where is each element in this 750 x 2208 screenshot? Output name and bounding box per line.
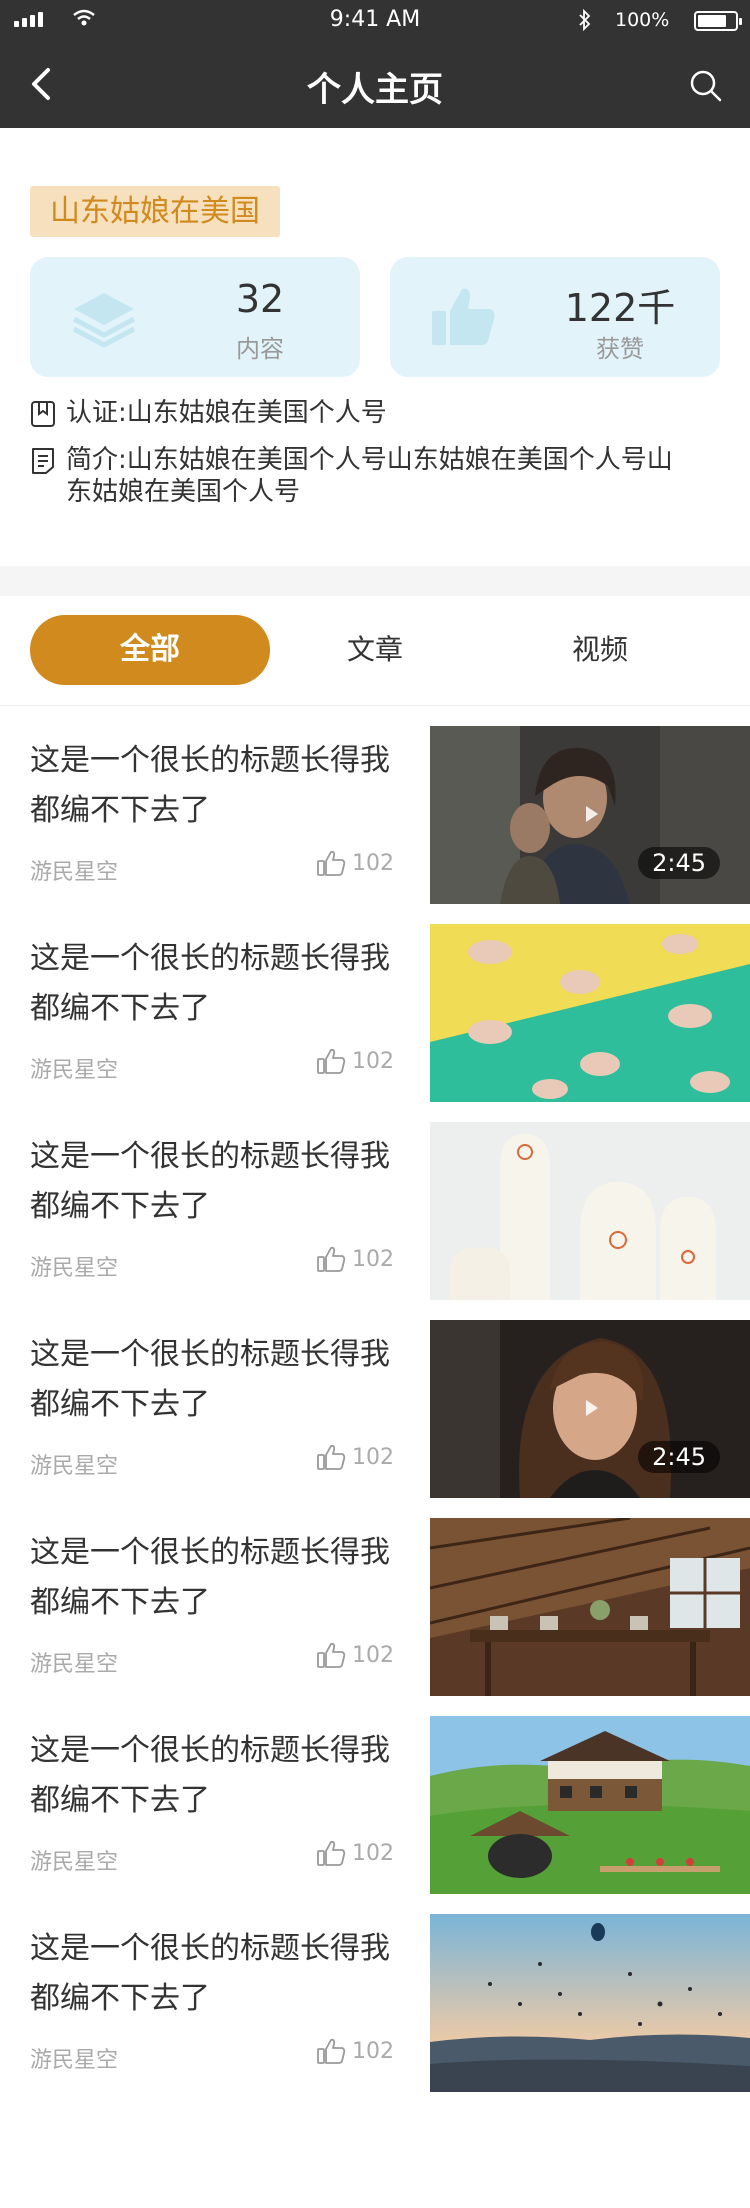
thumbs-up-icon	[317, 1642, 346, 1668]
item-likes[interactable]: 102	[316, 848, 394, 878]
top-bar: 9:41 AM 100% 个人主页	[0, 0, 750, 128]
item-title: 这是一个很长的标题长得我都编不下去了	[30, 1733, 390, 1818]
bluetooth-icon	[579, 9, 591, 31]
list-item[interactable]: 这是一个很长的标题长得我都编不下去了 游民星空 102	[0, 1122, 750, 1300]
item-author: 游民星空	[30, 1058, 119, 1083]
profile-name-tag: 山东姑娘在美国	[30, 186, 280, 237]
list-item[interactable]: 这是一个很长的标题长得我都编不下去了 游民星空 102	[0, 1914, 750, 2092]
video-duration: 2:45	[638, 1441, 720, 1473]
search-icon[interactable]	[688, 68, 724, 104]
item-thumbnail[interactable]	[430, 1716, 750, 1894]
item-thumbnail[interactable]	[430, 924, 750, 1102]
section-divider	[0, 566, 750, 596]
item-title: 这是一个很长的标题长得我都编不下去了	[30, 743, 390, 828]
thumbnail-image	[430, 1518, 750, 1696]
item-title: 这是一个很长的标题长得我都编不下去了	[30, 1931, 390, 2016]
bio-line: 简介:山东姑娘在美国个人号山东姑娘在美国个人号山东姑娘在美国个人号	[30, 444, 690, 514]
thumbs-up-icon	[432, 288, 495, 345]
thumbs-up-icon	[317, 850, 346, 876]
bookmark-icon	[31, 401, 55, 427]
item-thumbnail[interactable]	[430, 1914, 750, 2092]
likes-count: 102	[352, 1246, 394, 1272]
stat-card-likes[interactable]: 122千 获赞	[390, 257, 720, 377]
bio-text: 简介:山东姑娘在美国个人号山东姑娘在美国个人号山东姑娘在美国个人号	[66, 445, 673, 507]
item-author: 游民星空	[30, 860, 119, 885]
item-likes[interactable]: 102	[316, 1640, 394, 1670]
thumbs-up-icon	[317, 1246, 346, 1272]
item-title: 这是一个很长的标题长得我都编不下去了	[30, 941, 390, 1026]
thumbs-up-icon	[317, 1444, 346, 1470]
stat-label: 内容	[236, 335, 284, 363]
thumbs-up-icon	[317, 1840, 346, 1866]
document-icon	[32, 448, 54, 474]
likes-count: 102	[352, 2038, 394, 2064]
likes-count: 102	[352, 1840, 394, 1866]
thumbnail-image	[430, 1122, 750, 1300]
list-item[interactable]: 这是一个很长的标题长得我都编不下去了 游民星空 102 2:45	[0, 726, 750, 904]
item-likes[interactable]: 102	[316, 1442, 394, 1472]
layers-icon	[72, 293, 136, 348]
tab-divider	[0, 705, 750, 706]
item-author: 游民星空	[30, 1850, 119, 1875]
certification-line: 认证:山东姑娘在美国个人号	[30, 397, 690, 431]
item-thumbnail[interactable]: 2:45	[430, 1320, 750, 1498]
list-item[interactable]: 这是一个很长的标题长得我都编不下去了 游民星空 102 2:45	[0, 1320, 750, 1498]
tab-article[interactable]: 文章	[300, 615, 450, 685]
likes-count: 102	[352, 850, 394, 876]
item-thumbnail[interactable]	[430, 1122, 750, 1300]
tab-video[interactable]: 视频	[525, 615, 675, 685]
item-likes[interactable]: 102	[316, 1838, 394, 1868]
item-title: 这是一个很长的标题长得我都编不下去了	[30, 1535, 390, 1620]
stat-value: 122千	[564, 286, 676, 330]
likes-count: 102	[352, 1642, 394, 1668]
item-title: 这是一个很长的标题长得我都编不下去了	[30, 1139, 390, 1224]
thumbnail-image	[430, 924, 750, 1102]
page-title: 个人主页	[307, 70, 443, 110]
likes-count: 102	[352, 1444, 394, 1470]
thumbs-up-icon	[317, 1048, 346, 1074]
item-author: 游民星空	[30, 1652, 119, 1677]
item-thumbnail[interactable]	[430, 1518, 750, 1696]
stat-card-content[interactable]: 32 内容	[30, 257, 360, 377]
likes-count: 102	[352, 1048, 394, 1074]
item-author: 游民星空	[30, 1256, 119, 1281]
item-thumbnail[interactable]: 2:45	[430, 726, 750, 904]
item-likes[interactable]: 102	[316, 1244, 394, 1274]
video-duration: 2:45	[638, 847, 720, 879]
battery-icon	[694, 11, 742, 31]
list-item[interactable]: 这是一个很长的标题长得我都编不下去了 游民星空 102	[0, 924, 750, 1102]
certification-text: 认证:山东姑娘在美国个人号	[66, 398, 387, 428]
stat-label: 获赞	[596, 335, 644, 363]
stat-value: 32	[235, 277, 285, 321]
thumbnail-image	[430, 1914, 750, 2092]
thumbnail-image	[430, 1716, 750, 1894]
item-title: 这是一个很长的标题长得我都编不下去了	[30, 1337, 390, 1422]
item-author: 游民星空	[30, 2048, 119, 2073]
list-item[interactable]: 这是一个很长的标题长得我都编不下去了 游民星空 102	[0, 1716, 750, 1894]
tab-all[interactable]: 全部	[30, 615, 270, 685]
item-likes[interactable]: 102	[316, 2036, 394, 2066]
status-bar: 9:41 AM 100%	[0, 0, 750, 40]
thumbs-up-icon	[317, 2038, 346, 2064]
list-item[interactable]: 这是一个很长的标题长得我都编不下去了 游民星空 102	[0, 1518, 750, 1696]
battery-percent: 100%	[615, 9, 670, 31]
item-likes[interactable]: 102	[316, 1046, 394, 1076]
item-author: 游民星空	[30, 1454, 119, 1479]
